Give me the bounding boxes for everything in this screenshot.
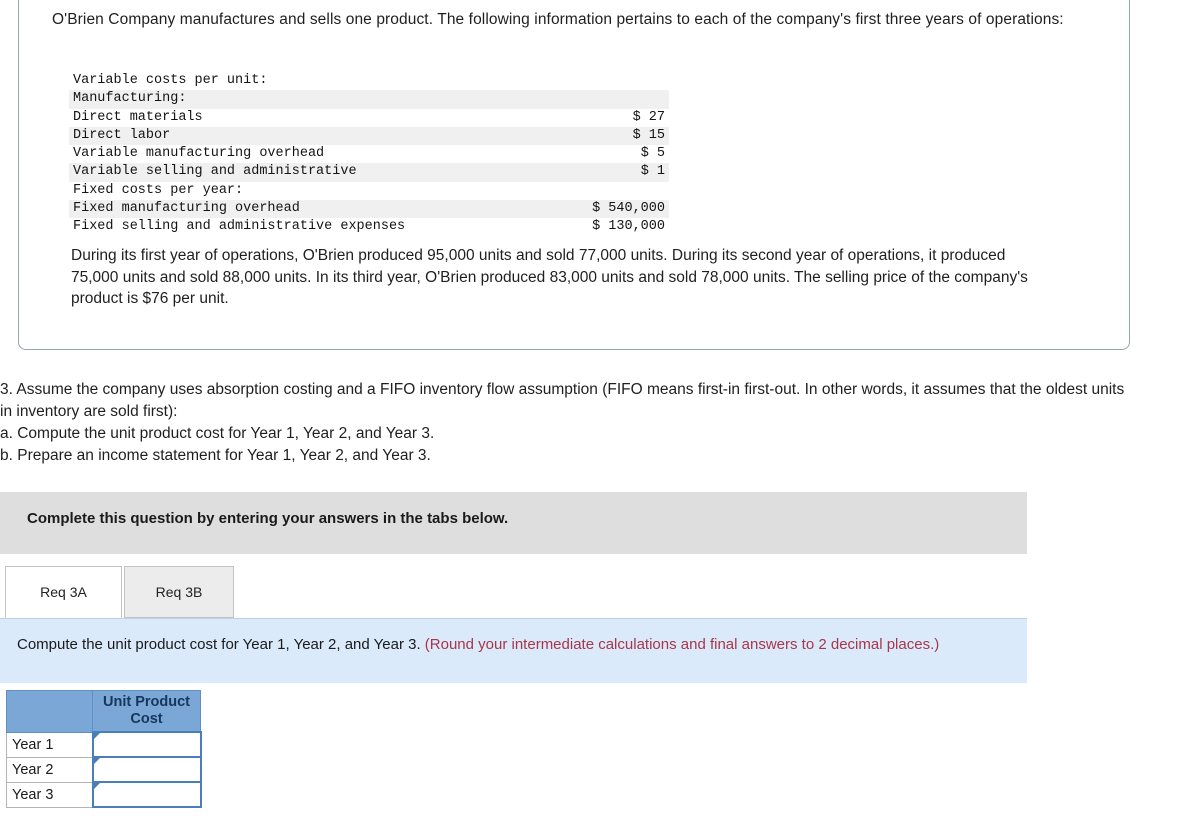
table-row: Year 2 <box>6 756 202 783</box>
cost-row-label: Variable costs per unit: <box>73 73 268 88</box>
scenario-intro-text: O'Brien Company manufactures and sells o… <box>52 11 1064 28</box>
requirement-line-2: a. Compute the unit product cost for Yea… <box>0 425 435 442</box>
cost-row-label: Variable selling and administrative <box>73 164 357 180</box>
answer-table-header-row: Unit Product Cost <box>6 690 201 733</box>
cost-row-amount: $ 27 <box>632 109 665 125</box>
cost-row-amount <box>557 90 669 108</box>
tab-req-3a[interactable]: Req 3A <box>5 566 122 618</box>
answer-row-label: Year 1 <box>6 731 93 758</box>
unit-cost-input-cell[interactable] <box>91 756 202 783</box>
requirement-line-3: b. Prepare an income statement for Year … <box>0 447 431 464</box>
answer-row-label: Year 2 <box>6 756 93 783</box>
cost-data-table: Variable costs per unit: Manufacturing: Di… <box>69 72 669 237</box>
cost-table-row: Variable selling and administrative $ 1 <box>69 163 669 182</box>
answer-table-corner-header <box>6 690 93 733</box>
cost-row-amount: $ 5 <box>640 146 665 162</box>
cost-table-row: Fixed costs per year: <box>69 182 669 200</box>
unit-cost-input[interactable] <box>93 758 200 781</box>
cost-row-label: Fixed selling and administrative expense… <box>73 219 406 235</box>
cost-row-amount: $ 15 <box>632 127 665 143</box>
cost-row-amount <box>557 182 669 200</box>
requirement-line-1: 3. Assume the company uses absorption co… <box>0 381 1125 420</box>
cost-row-amount: $ 130,000 <box>592 219 665 235</box>
unit-cost-input[interactable] <box>93 783 200 806</box>
cost-row-amount: $ 1 <box>640 164 665 180</box>
answer-table-column-header: Unit Product Cost <box>92 690 201 733</box>
cost-table-row: Manufacturing: <box>69 90 669 109</box>
unit-product-cost-table: Unit Product Cost Year 1 Year 2 Year 3 <box>6 690 202 808</box>
cost-row-label: Fixed manufacturing overhead <box>73 201 300 217</box>
cell-corner-marker-icon <box>93 758 100 764</box>
cost-table-row: Direct labor $ 15 <box>69 126 669 146</box>
cost-table-row: Variable manufacturing overhead $ 5 <box>69 145 669 163</box>
tab-req-3b[interactable]: Req 3B <box>124 566 234 618</box>
cost-table-row: Fixed manufacturing overhead $ 540,000 <box>69 200 669 219</box>
table-row: Year 1 <box>6 731 202 758</box>
cell-corner-marker-icon <box>93 783 100 789</box>
tab-req-3a-label: Req 3A <box>40 584 87 600</box>
cost-row-label: Direct materials <box>73 109 203 125</box>
unit-cost-input-cell[interactable] <box>91 781 202 808</box>
requirement-block: 3. Assume the company uses absorption co… <box>0 379 1130 467</box>
cost-row-label: Fixed costs per year: <box>73 182 244 198</box>
cell-corner-marker-icon <box>93 733 100 739</box>
scenario-production-note: During its first year of operations, O'B… <box>71 247 1028 307</box>
instruction-panel-text: Compute the unit product cost for Year 1… <box>17 634 1002 655</box>
cost-table-row: Direct materials $ 27 <box>69 109 669 127</box>
cost-row-label: Direct labor <box>73 127 171 143</box>
cost-row-amount <box>557 72 669 90</box>
answer-row-label: Year 3 <box>6 781 93 808</box>
unit-cost-input-cell[interactable] <box>91 731 202 758</box>
answer-table-body: Year 1 Year 2 Year 3 <box>6 731 202 808</box>
complete-question-text: Complete this question by entering your … <box>27 510 509 527</box>
complete-question-bar: Complete this question by entering your … <box>0 492 1027 554</box>
instruction-rounding-hint: (Round your intermediate calculations an… <box>424 636 940 653</box>
scenario-card: O'Brien Company manufactures and sells o… <box>18 0 1130 350</box>
cost-row-amount: $ 540,000 <box>592 201 665 217</box>
table-row: Year 3 <box>6 781 202 808</box>
cost-table-body: Variable costs per unit: Manufacturing: Di… <box>69 72 669 237</box>
tab-req-3b-label: Req 3B <box>155 584 203 600</box>
unit-cost-input[interactable] <box>93 733 200 756</box>
cost-row-label: Manufacturing: <box>73 91 187 107</box>
cost-table-row: Variable costs per unit: <box>69 72 669 90</box>
cost-row-label: Variable manufacturing overhead <box>73 146 325 162</box>
instruction-prompt: Compute the unit product cost for Year 1… <box>17 636 425 653</box>
instruction-panel: Compute the unit product cost for Year 1… <box>0 618 1027 683</box>
answer-table-head: Unit Product Cost <box>6 690 201 733</box>
cost-table-row: Fixed selling and administrative expense… <box>69 218 669 236</box>
